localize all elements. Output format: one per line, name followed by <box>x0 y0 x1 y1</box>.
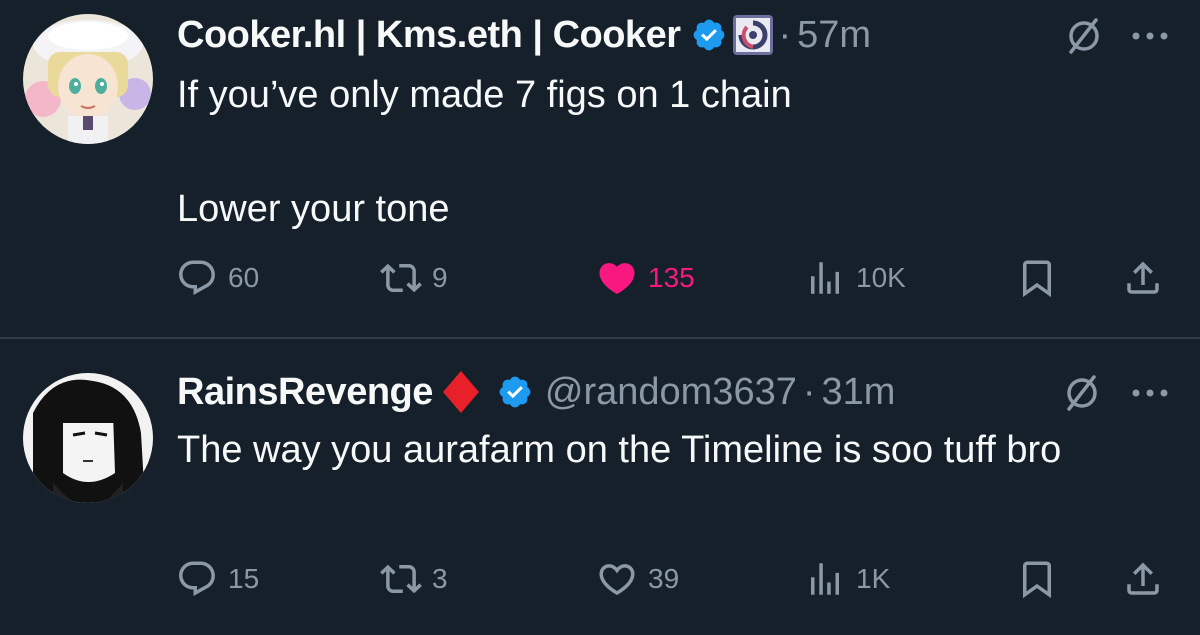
reply-count: 60 <box>228 262 260 293</box>
views-count: 1K <box>856 563 891 594</box>
share-button[interactable] <box>1122 554 1164 604</box>
avatar[interactable] <box>23 14 153 144</box>
timestamp[interactable]: 57m <box>797 14 871 57</box>
verified-badge-icon[interactable] <box>691 17 727 53</box>
verified-badge-icon[interactable] <box>497 374 533 410</box>
author-handle[interactable]: @random3637 <box>545 371 797 414</box>
avatar[interactable] <box>23 373 153 503</box>
tweet-header: RainsRevenge @random3637 · 31m <box>177 367 895 417</box>
like-icon <box>599 263 635 295</box>
bookmark-button[interactable] <box>1016 554 1058 604</box>
grok-icon[interactable] <box>1062 14 1106 58</box>
affiliate-badge-image[interactable] <box>732 15 773 55</box>
bookmark-button[interactable] <box>1016 253 1058 303</box>
reply-button[interactable]: 60 <box>176 253 259 303</box>
tweet-text: If you’ve only made 7 figs on 1 chain Lo… <box>177 74 792 230</box>
red-diamond-icon <box>441 369 481 415</box>
timeline-feed: Cooker.hl | Kms.eth | Cooker · 57m If yo… <box>0 0 1200 635</box>
more-icon[interactable] <box>1128 28 1172 44</box>
like-count: 39 <box>648 563 680 594</box>
retweet-count: 3 <box>432 563 448 594</box>
retweet-button[interactable]: 9 <box>380 253 448 303</box>
more-icon[interactable] <box>1128 385 1172 401</box>
reply-count: 15 <box>228 563 260 594</box>
like-button[interactable]: 39 <box>596 554 679 604</box>
author-name[interactable]: RainsRevenge <box>177 371 433 414</box>
like-count: 135 <box>648 262 695 293</box>
tweet-actions: 15 3 39 1K <box>0 554 1200 604</box>
retweet-icon <box>380 564 422 594</box>
reply-button[interactable]: 15 <box>176 554 259 604</box>
retweet-button[interactable]: 3 <box>380 554 448 604</box>
tweet-header: Cooker.hl | Kms.eth | Cooker · 57m <box>177 10 871 60</box>
tweet-actions: 60 9 135 10K <box>0 253 1200 303</box>
timestamp[interactable]: 31m <box>822 371 896 414</box>
share-button[interactable] <box>1122 253 1164 303</box>
like-button[interactable]: 135 <box>596 253 695 303</box>
bookmark-icon <box>1023 260 1051 298</box>
avatar-anime-girl-image <box>23 14 153 144</box>
tweet[interactable]: Cooker.hl | Kms.eth | Cooker · 57m If yo… <box>0 0 1200 338</box>
grok-icon[interactable] <box>1060 371 1104 415</box>
views-count: 10K <box>856 262 906 293</box>
tweet-divider <box>0 337 1200 339</box>
retweet-count: 9 <box>432 262 448 293</box>
views-button[interactable]: 10K <box>804 253 906 303</box>
reply-icon <box>179 561 215 596</box>
reply-icon <box>179 260 215 295</box>
bookmark-icon <box>1023 561 1051 599</box>
avatar-manga-girl-image <box>23 373 153 503</box>
tweet-text: The way you aurafarm on the Timeline is … <box>177 429 1062 471</box>
author-name[interactable]: Cooker.hl | Kms.eth | Cooker <box>177 14 681 57</box>
views-icon <box>811 262 839 294</box>
tweet[interactable]: RainsRevenge @random3637 · 31m The way y… <box>0 340 1200 635</box>
views-button[interactable]: 1K <box>804 554 890 604</box>
like-icon <box>599 564 635 596</box>
retweet-icon <box>380 263 422 293</box>
share-icon <box>1127 261 1159 294</box>
separator-dot: · <box>802 370 816 413</box>
separator-dot: · <box>778 13 792 56</box>
views-icon <box>811 563 839 595</box>
share-icon <box>1127 562 1159 595</box>
